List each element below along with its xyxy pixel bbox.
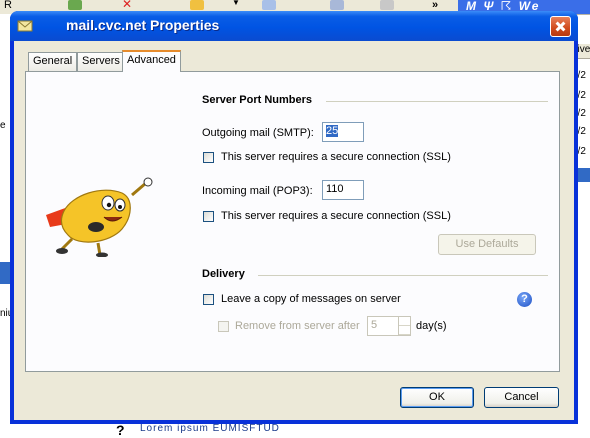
pin-icon[interactable] (380, 0, 394, 10)
title-bar[interactable]: mail.cvc.net Properties (10, 11, 578, 41)
tab-advanced[interactable]: Advanced (122, 50, 181, 72)
send-receive-icon[interactable] (190, 0, 204, 10)
days-spinner[interactable] (398, 317, 410, 335)
use-defaults-button[interactable]: Use Defaults (438, 234, 536, 255)
envelope-icon (17, 20, 33, 32)
forward-icon[interactable] (68, 0, 82, 10)
group-divider (326, 101, 548, 102)
window-title: mail.cvc.net Properties (66, 17, 220, 33)
dialog-client-area: General Servers Advanced Server Port Num… (14, 41, 574, 420)
advanced-tab-panel: Server Port Numbers Outgoing mail (SMTP)… (25, 71, 560, 372)
leave-copy-checkbox[interactable] (203, 294, 214, 305)
outgoing-port-value: 25 (326, 125, 339, 137)
help-icon[interactable]: ? (517, 292, 532, 307)
outgoing-port-input[interactable]: 25 (322, 122, 364, 142)
properties-dialog: mail.cvc.net Properties General Servers … (10, 11, 578, 424)
incoming-ssl-checkbox[interactable] (203, 211, 214, 222)
dropdown-arrow-icon[interactable]: ▼ (232, 0, 240, 10)
outgoing-ssl-label[interactable]: This server requires a secure connection… (221, 151, 451, 163)
delivery-heading: Delivery (202, 268, 245, 280)
leave-copy-label[interactable]: Leave a copy of messages on server (221, 293, 401, 305)
outgoing-ssl-checkbox[interactable] (203, 152, 214, 163)
mascot-illustration-icon (46, 177, 153, 257)
close-button[interactable] (550, 16, 571, 37)
incoming-port-value: 110 (326, 183, 344, 195)
group-divider (258, 275, 548, 276)
background-preview-text: Lorem ipsum EUMISFTUD (140, 423, 280, 434)
tab-servers[interactable]: Servers (77, 52, 125, 71)
address-book-icon[interactable] (262, 0, 276, 10)
incoming-port-label: Incoming mail (POP3): (202, 185, 313, 197)
tab-label: Servers (82, 55, 120, 67)
tab-label: Advanced (127, 54, 176, 66)
remove-after-days-input[interactable]: 5 (367, 316, 411, 336)
server-ports-heading: Server Port Numbers (202, 94, 313, 106)
days-unit-label: day(s) (416, 320, 447, 332)
background-preview-pane (0, 424, 590, 436)
ok-button[interactable]: OK (400, 387, 474, 408)
incoming-port-input[interactable]: 110 (322, 180, 364, 200)
background-toolbar-item[interactable]: R (4, 0, 12, 11)
spinner-down-icon[interactable] (399, 326, 410, 335)
background-left-text: e (0, 120, 6, 131)
outgoing-port-label: Outgoing mail (SMTP): (202, 127, 314, 139)
incoming-ssl-label[interactable]: This server requires a secure connection… (221, 210, 451, 222)
toolbar-overflow-chevron[interactable]: » (432, 0, 438, 11)
spinner-up-icon[interactable] (399, 317, 410, 326)
remove-after-checkbox[interactable] (218, 321, 229, 332)
remove-after-label[interactable]: Remove from server after (235, 320, 360, 332)
cancel-button[interactable]: Cancel (484, 387, 559, 408)
remove-after-days-value: 5 (371, 319, 378, 331)
delete-icon[interactable]: ✕ (122, 0, 136, 10)
tab-general[interactable]: General (28, 52, 78, 71)
find-icon[interactable] (330, 0, 344, 10)
tab-label: General (33, 55, 73, 67)
